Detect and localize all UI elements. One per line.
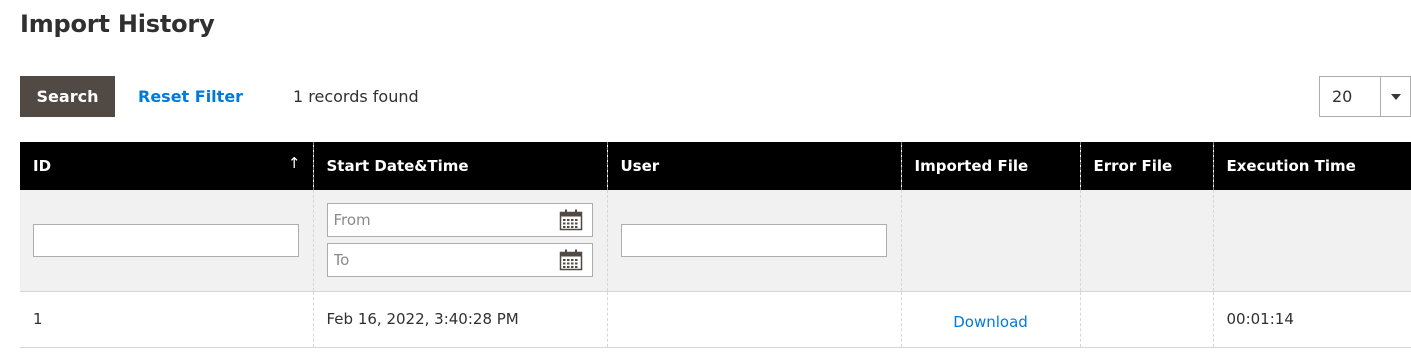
id-filter-input[interactable] (33, 223, 299, 257)
column-header-id[interactable]: ID ↑ (20, 142, 313, 190)
chevron-down-icon (1390, 93, 1401, 100)
cell-user (606, 291, 901, 348)
cell-imported-file: Download (900, 291, 1080, 348)
table-row[interactable]: 1 Feb 16, 2022, 3:40:28 PM Download 00:0… (20, 291, 1411, 348)
filter-cell-execution-time (1212, 190, 1411, 292)
column-header-start-datetime[interactable]: Start Date&Time (312, 142, 607, 190)
import-history-page: Import History Search Reset Filter 1 rec… (0, 0, 1411, 361)
per-page-dropdown-toggle[interactable] (1380, 77, 1410, 116)
filter-cell-error-file (1079, 190, 1213, 292)
cell-start-datetime: Feb 16, 2022, 3:40:28 PM (312, 291, 607, 348)
column-header-label: ID (33, 157, 52, 175)
grid-toolbar: Search Reset Filter 1 records found 20 (20, 76, 1411, 117)
column-header-label: Error File (1093, 157, 1173, 175)
cell-execution-time: 00:01:14 (1212, 291, 1411, 348)
reset-filter-link[interactable]: Reset Filter (138, 87, 243, 106)
filter-cell-user (606, 190, 901, 292)
calendar-icon[interactable] (559, 249, 583, 271)
column-header-label: Imported File (914, 157, 1029, 175)
import-history-grid: ID ↑ Start Date&Time User Imported File … (20, 142, 1411, 348)
cell-id: 1 (20, 291, 313, 348)
calendar-icon[interactable] (559, 209, 583, 231)
page-title: Import History (20, 10, 215, 38)
filter-cell-start-datetime (312, 190, 607, 292)
column-header-label: Start Date&Time (326, 157, 469, 175)
grid-header-row: ID ↑ Start Date&Time User Imported File … (20, 142, 1411, 190)
per-page-value: 20 (1332, 87, 1353, 106)
records-found-count: 1 records found (293, 87, 419, 106)
filter-cell-imported-file (900, 190, 1080, 292)
column-header-error-file[interactable]: Error File (1079, 142, 1213, 190)
filter-cell-id (20, 190, 313, 292)
column-header-user[interactable]: User (606, 142, 901, 190)
date-to-input[interactable] (327, 244, 548, 277)
column-header-execution-time[interactable]: Execution Time (1212, 142, 1411, 190)
user-filter-input[interactable] (620, 223, 887, 257)
column-header-imported-file[interactable]: Imported File (900, 142, 1080, 190)
sort-ascending-arrow-icon: ↑ (287, 154, 301, 172)
column-header-label: Execution Time (1226, 157, 1356, 175)
date-from-field (326, 203, 593, 238)
per-page-select[interactable]: 20 (1319, 76, 1411, 117)
date-to-field (326, 243, 593, 278)
search-button[interactable]: Search (20, 76, 115, 117)
date-from-input[interactable] (327, 204, 548, 237)
cell-error-file (1079, 291, 1213, 348)
column-header-label: User (620, 157, 660, 175)
download-imported-file-link[interactable]: Download (915, 313, 1067, 331)
grid-filter-row (20, 190, 1411, 292)
